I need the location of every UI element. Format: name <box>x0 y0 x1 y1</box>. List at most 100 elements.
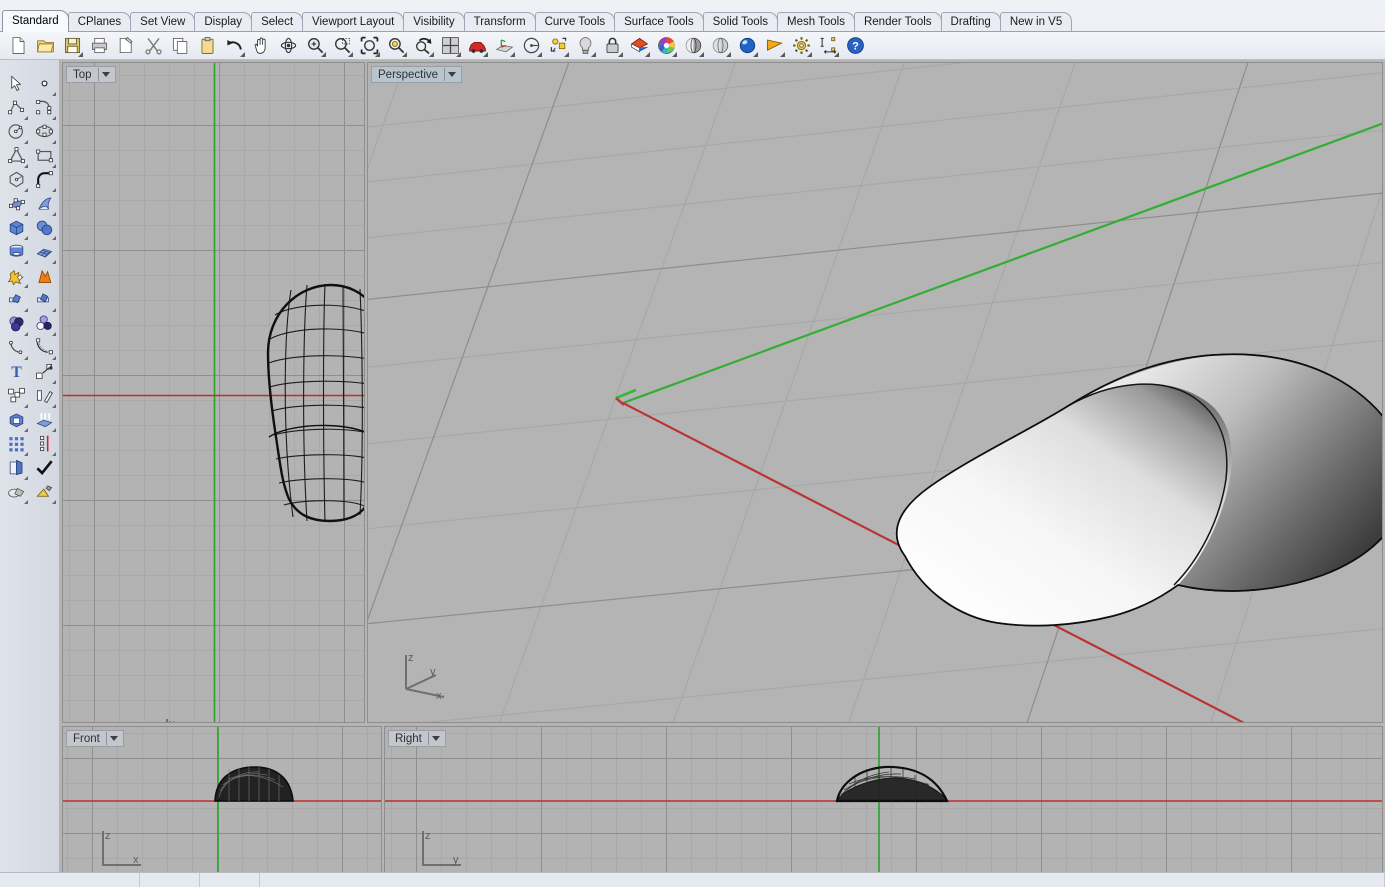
toolbar-button-analysis-circle[interactable] <box>519 34 543 58</box>
sidebar-button-scale[interactable] <box>30 362 58 386</box>
flyout-arrow-icon[interactable] <box>24 212 28 216</box>
sidebar-button-boolean-spheres[interactable] <box>2 314 30 338</box>
flyout-arrow-icon[interactable] <box>24 260 28 264</box>
toolbar-button-save-floppy[interactable] <box>60 34 84 58</box>
flyout-arrow-icon[interactable] <box>564 51 569 57</box>
toolbar-button-properties[interactable] <box>114 34 138 58</box>
flyout-arrow-icon[interactable] <box>52 404 56 408</box>
toolbar-button-flag[interactable] <box>762 34 786 58</box>
flyout-arrow-icon[interactable] <box>645 51 650 57</box>
chevron-down-icon[interactable] <box>448 72 457 77</box>
flyout-arrow-icon[interactable] <box>807 51 812 57</box>
flyout-arrow-icon[interactable] <box>834 51 839 57</box>
viewport-top[interactable]: Top y x <box>62 62 365 723</box>
sidebar-button-unroll[interactable] <box>2 458 30 482</box>
viewport-front[interactable]: Front z x <box>62 726 382 885</box>
sidebar-button-extrude[interactable] <box>30 410 58 434</box>
viewport-perspective-label[interactable]: Perspective <box>371 66 463 83</box>
flyout-arrow-icon[interactable] <box>753 51 758 57</box>
toolbar-button-zoom-in[interactable] <box>303 34 327 58</box>
sidebar-button-polyline[interactable] <box>2 98 30 122</box>
sidebar-button-sphere-boolean[interactable] <box>30 218 58 242</box>
flyout-arrow-icon[interactable] <box>726 51 731 57</box>
viewport-front-label[interactable]: Front <box>66 730 124 747</box>
toolbar-button-zoom-previous[interactable] <box>411 34 435 58</box>
flyout-arrow-icon[interactable] <box>24 284 28 288</box>
toolbar-button-layers[interactable] <box>627 34 651 58</box>
toolbar-button-cut-scissors[interactable] <box>141 34 165 58</box>
flyout-arrow-icon[interactable] <box>24 308 28 312</box>
sidebar-button-flame[interactable] <box>30 266 58 290</box>
toolbar-button-undo-arrow[interactable] <box>222 34 246 58</box>
flyout-arrow-icon[interactable] <box>52 260 56 264</box>
flyout-arrow-icon[interactable] <box>52 188 56 192</box>
sidebar-button-extend-curve[interactable] <box>2 338 30 362</box>
toolbar-button-help[interactable]: ? <box>843 34 867 58</box>
sidebar-button-select-arrow[interactable] <box>2 74 30 98</box>
flyout-arrow-icon[interactable] <box>52 428 56 432</box>
toolbar-tab-drafting[interactable]: Drafting <box>940 12 1001 32</box>
flyout-arrow-icon[interactable] <box>24 356 28 360</box>
sidebar-button-explode[interactable] <box>2 266 30 290</box>
toolbar-button-shaded-sphere[interactable] <box>681 34 705 58</box>
sidebar-button-text[interactable]: T <box>2 362 30 386</box>
flyout-arrow-icon[interactable] <box>24 476 28 480</box>
viewport-perspective[interactable]: Perspective z y x <box>367 62 1383 723</box>
flyout-arrow-icon[interactable] <box>52 380 56 384</box>
sidebar-button-array-grid[interactable] <box>2 434 30 458</box>
flyout-arrow-icon[interactable] <box>24 428 28 432</box>
sidebar-button-rectangle[interactable] <box>30 146 58 170</box>
toolbar-button-lock[interactable] <box>600 34 624 58</box>
toolbar-button-gear[interactable] <box>789 34 813 58</box>
toolbar-button-car[interactable] <box>465 34 489 58</box>
flyout-arrow-icon[interactable] <box>699 51 704 57</box>
flyout-arrow-icon[interactable] <box>52 236 56 240</box>
toolbar-tab-solid-tools[interactable]: Solid Tools <box>702 12 778 32</box>
toolbar-button-render-sphere[interactable] <box>735 34 759 58</box>
flyout-arrow-icon[interactable] <box>24 164 28 168</box>
sidebar-button-analyze-dist[interactable] <box>30 434 58 458</box>
toolbar-tab-mesh-tools[interactable]: Mesh Tools <box>777 12 855 32</box>
toolbar-tab-select[interactable]: Select <box>251 12 304 32</box>
flyout-arrow-icon[interactable] <box>375 51 380 57</box>
flyout-arrow-icon[interactable] <box>240 51 245 57</box>
toolbar-button-select-objects[interactable] <box>546 34 570 58</box>
flyout-arrow-icon[interactable] <box>52 140 56 144</box>
toolbar-tab-cplanes[interactable]: CPlanes <box>67 12 132 32</box>
chevron-down-icon[interactable] <box>431 736 440 741</box>
toolbar-button-zoom-window[interactable] <box>330 34 354 58</box>
viewport-right[interactable]: Right z y <box>384 726 1383 885</box>
flyout-arrow-icon[interactable] <box>780 51 785 57</box>
toolbar-tab-viewport-layout[interactable]: Viewport Layout <box>302 12 405 32</box>
sidebar-button-check[interactable] <box>30 458 58 482</box>
sidebar-button-point[interactable] <box>30 74 58 98</box>
toolbar-button-paste-clipboard[interactable] <box>195 34 219 58</box>
flyout-arrow-icon[interactable] <box>52 212 56 216</box>
flyout-arrow-icon[interactable] <box>348 51 353 57</box>
flyout-arrow-icon[interactable] <box>24 500 28 504</box>
toolbar-button-ghosted-sphere[interactable] <box>708 34 732 58</box>
toolbar-tab-surface-tools[interactable]: Surface Tools <box>614 12 704 32</box>
flyout-arrow-icon[interactable] <box>24 116 28 120</box>
sidebar-button-rotate[interactable] <box>30 386 58 410</box>
toolbar-button-print[interactable] <box>87 34 111 58</box>
viewport-right-label[interactable]: Right <box>388 730 446 747</box>
toolbar-tab-display[interactable]: Display <box>194 12 253 32</box>
flyout-arrow-icon[interactable] <box>618 51 623 57</box>
sidebar-button-array[interactable] <box>2 386 30 410</box>
flyout-arrow-icon[interactable] <box>510 51 515 57</box>
flyout-arrow-icon[interactable] <box>402 51 407 57</box>
sidebar-button-shading[interactable] <box>2 482 30 506</box>
toolbar-button-zoom-selected[interactable] <box>384 34 408 58</box>
sidebar-button-loft-surface[interactable] <box>30 194 58 218</box>
flyout-arrow-icon[interactable] <box>456 51 461 57</box>
sidebar-button-cap-planar[interactable] <box>2 410 30 434</box>
flyout-arrow-icon[interactable] <box>24 404 28 408</box>
flyout-arrow-icon[interactable] <box>24 188 28 192</box>
flyout-arrow-icon[interactable] <box>537 51 542 57</box>
flyout-arrow-icon[interactable] <box>52 116 56 120</box>
flyout-arrow-icon[interactable] <box>52 308 56 312</box>
toolbar-tab-curve-tools[interactable]: Curve Tools <box>534 12 616 32</box>
toolbar-tab-new-in-v5[interactable]: New in V5 <box>999 12 1073 32</box>
sidebar-button-triangle-polygon[interactable] <box>2 146 30 170</box>
